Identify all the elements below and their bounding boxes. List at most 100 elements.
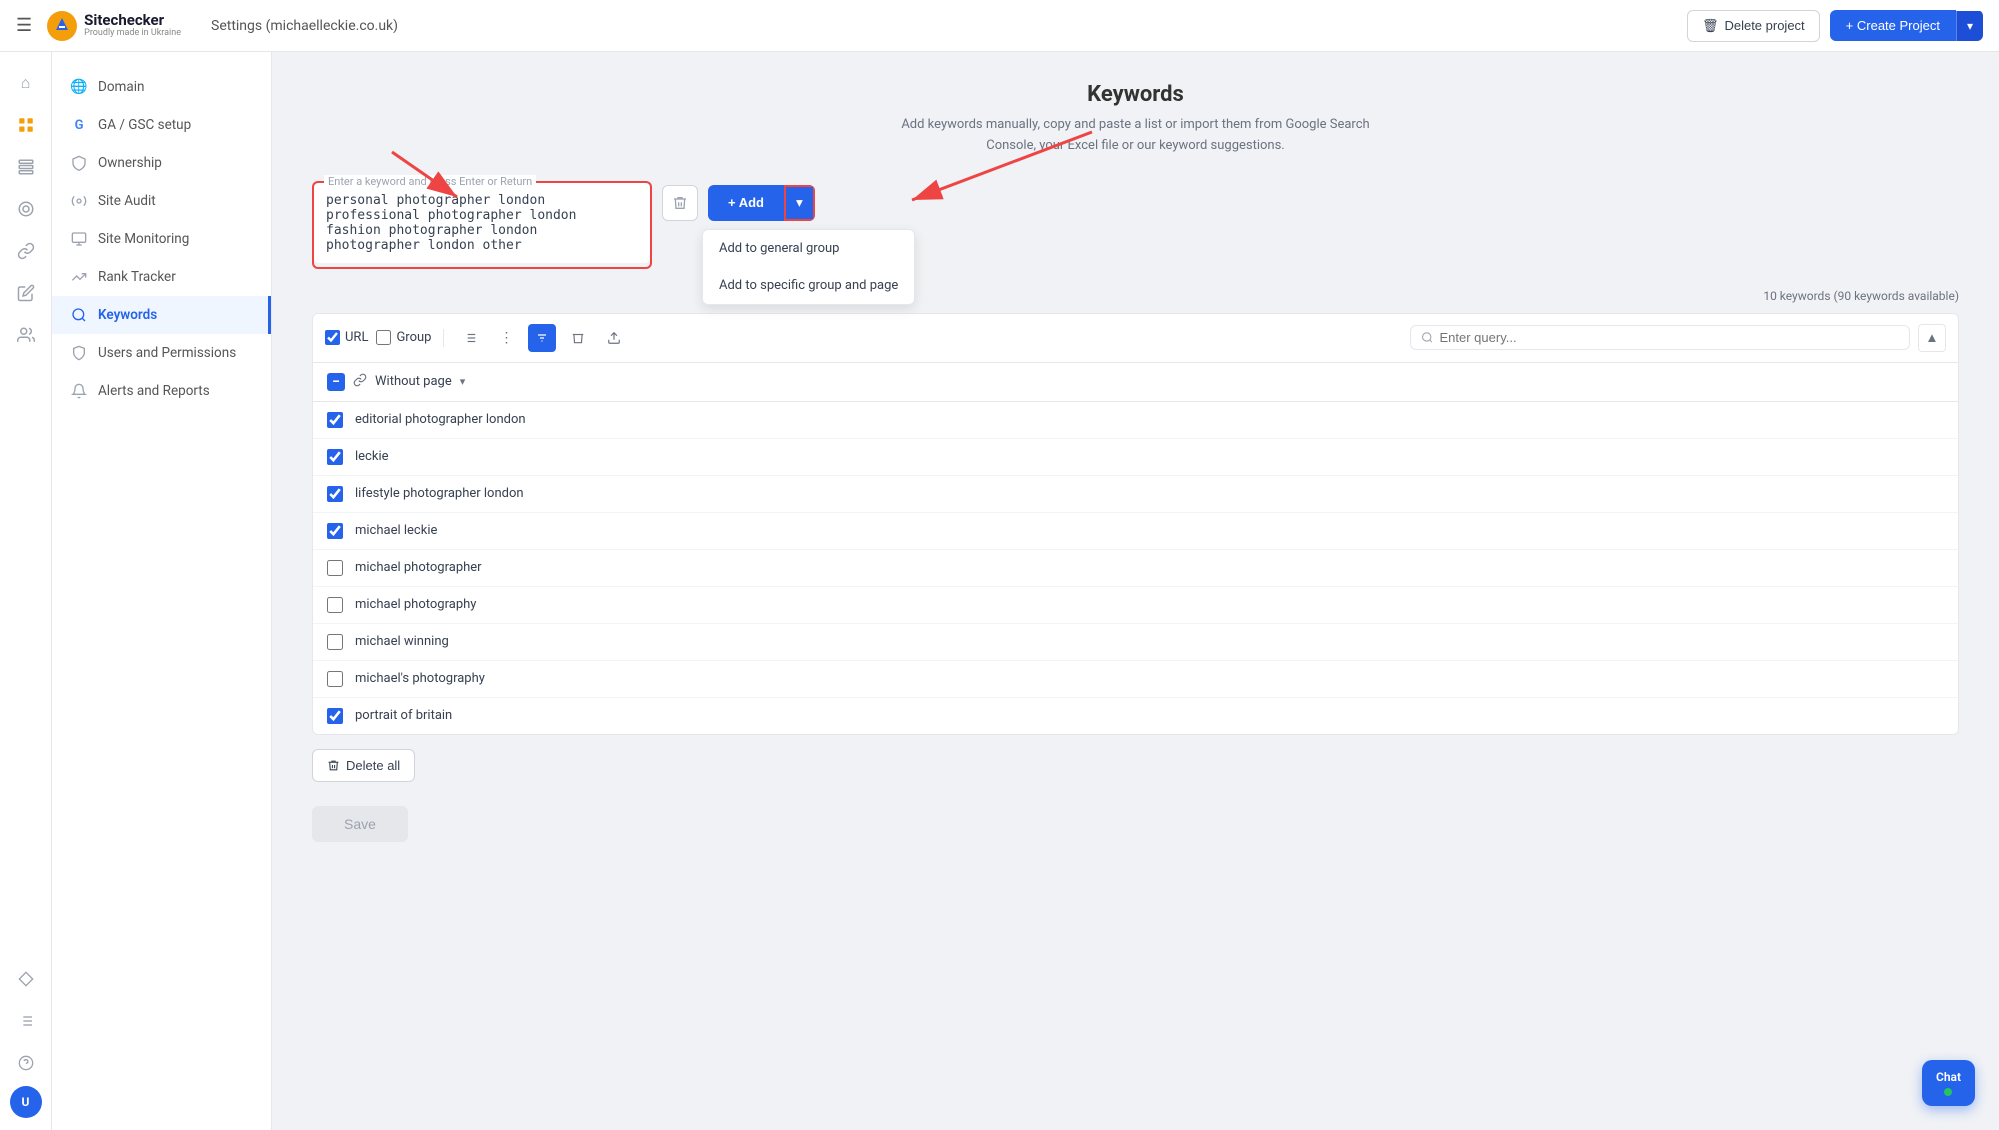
user-avatar[interactable]: U	[10, 1086, 42, 1118]
icon-sidebar-bottom: U	[7, 960, 45, 1118]
settings-nav-ga-gsc[interactable]: G GA / GSC setup	[52, 106, 271, 144]
delete-all-button[interactable]: Delete all	[312, 749, 415, 782]
keyword-row: michael winning	[313, 624, 1958, 661]
topnav-actions: 🗑 Delete project + Create Project ▾	[1687, 10, 1983, 42]
add-specific-group-item[interactable]: Add to specific group and page	[703, 267, 914, 304]
search-input[interactable]	[1440, 330, 1900, 345]
keyword-checkbox-3[interactable]	[327, 486, 343, 502]
settings-nav-keywords-label: Keywords	[98, 307, 157, 323]
trash-icon: 🗑	[1702, 18, 1719, 34]
keywords-count: 10 keywords (90 keywords available)	[312, 289, 1959, 303]
keyword-text-5: michael photographer	[355, 560, 482, 575]
settings-title: Settings (michaelleckie.co.uk)	[211, 18, 398, 34]
sidebar-icon-grid[interactable]	[7, 148, 45, 186]
url-checkbox-label[interactable]: URL	[325, 330, 368, 345]
page-subtitle: Add keywords manually, copy and paste a …	[876, 115, 1396, 157]
settings-nav-site-monitoring[interactable]: Site Monitoring	[52, 220, 271, 258]
sidebar-icon-star[interactable]	[7, 106, 45, 144]
link-page-icon	[353, 373, 367, 391]
create-project-button-group: + Create Project ▾	[1830, 10, 1983, 41]
settings-nav-site-audit[interactable]: Site Audit	[52, 182, 271, 220]
site-monitoring-icon	[70, 230, 88, 248]
keyword-row: michael photographer	[313, 550, 1958, 587]
keyword-row: editorial photographer london	[313, 402, 1958, 439]
keyword-checkbox-2[interactable]	[327, 449, 343, 465]
keyword-checkbox-6[interactable]	[327, 597, 343, 613]
url-label: URL	[345, 330, 368, 345]
sidebar-icon-edit[interactable]	[7, 274, 45, 312]
logo-icon	[46, 10, 78, 42]
sidebar-icon-help[interactable]	[7, 1044, 45, 1082]
settings-nav-domain-label: Domain	[98, 79, 144, 95]
sidebar-icon-diamond[interactable]	[7, 960, 45, 998]
sidebar-icon-link[interactable]	[7, 232, 45, 270]
create-project-dropdown-button[interactable]: ▾	[1956, 11, 1983, 41]
keyword-checkbox-4[interactable]	[327, 523, 343, 539]
page-title: Keywords	[312, 82, 1959, 107]
settings-nav-ownership[interactable]: Ownership	[52, 144, 271, 182]
group-checkbox-label[interactable]: Group	[376, 330, 431, 345]
keyword-checkbox-7[interactable]	[327, 634, 343, 650]
keyword-row: michael photography	[313, 587, 1958, 624]
without-page-dropdown-arrow[interactable]: ▾	[460, 375, 466, 388]
url-checkbox[interactable]	[325, 330, 340, 345]
sidebar-icon-list[interactable]	[7, 1002, 45, 1040]
settings-nav-site-monitoring-label: Site Monitoring	[98, 231, 189, 247]
app-tagline: Proudly made in Ukraine	[84, 29, 181, 39]
keyword-row: leckie	[313, 439, 1958, 476]
keyword-textarea[interactable]: personal photographer london professiona…	[314, 183, 650, 263]
sidebar-icon-analytics[interactable]	[7, 190, 45, 228]
logo-text: Sitechecker Proudly made in Ukraine	[84, 12, 181, 38]
filter-button[interactable]	[528, 324, 556, 352]
keyword-text-7: michael winning	[355, 634, 449, 649]
columns-icon-button[interactable]	[456, 324, 484, 352]
keyword-checkbox-8[interactable]	[327, 671, 343, 687]
keyword-text-8: michael's photography	[355, 671, 485, 686]
add-button[interactable]: + Add	[708, 185, 784, 221]
keyword-checkbox-1[interactable]	[327, 412, 343, 428]
table-toolbar: URL Group ⋮ ▲	[312, 313, 1959, 362]
group-checkbox[interactable]	[376, 330, 391, 345]
keywords-icon	[70, 306, 88, 324]
sidebar-icon-home[interactable]: ⌂	[7, 64, 45, 102]
keyword-checkbox-9[interactable]	[327, 708, 343, 724]
users-permissions-icon	[70, 344, 88, 362]
collapse-group-button[interactable]: −	[327, 373, 345, 391]
delete-project-button[interactable]: 🗑 Delete project	[1687, 10, 1820, 42]
hamburger-icon[interactable]: ☰	[16, 15, 32, 36]
settings-nav-users-permissions[interactable]: Users and Permissions	[52, 334, 271, 372]
without-page-row: − Without page ▾	[313, 363, 1958, 402]
topnav: ☰ Sitechecker Proudly made in Ukraine Se…	[0, 0, 1999, 52]
alerts-reports-icon	[70, 382, 88, 400]
chat-label: Chat	[1936, 1070, 1961, 1084]
chat-button[interactable]: Chat	[1922, 1060, 1975, 1106]
keyword-row: michael leckie	[313, 513, 1958, 550]
settings-nav-rank-tracker[interactable]: Rank Tracker	[52, 258, 271, 296]
create-project-button[interactable]: + Create Project	[1830, 10, 1956, 41]
add-dropdown-button[interactable]: ▾	[784, 185, 815, 221]
add-general-group-item[interactable]: Add to general group	[703, 230, 914, 267]
more-options-button[interactable]: ⋮	[492, 324, 520, 352]
collapse-button[interactable]: ▲	[1918, 324, 1946, 352]
keyword-text-3: lifestyle photographer london	[355, 486, 524, 501]
keyword-input-wrapper: Enter a keyword and press Enter or Retur…	[312, 181, 652, 269]
settings-nav-ownership-label: Ownership	[98, 155, 162, 171]
settings-nav-domain[interactable]: 🌐 Domain	[52, 68, 271, 106]
search-icon	[1421, 331, 1434, 344]
icon-sidebar: ⌂ U	[0, 52, 52, 1130]
delete-selected-button[interactable]	[564, 324, 592, 352]
keyword-text-1: editorial photographer london	[355, 412, 526, 427]
main-content: Keywords Add keywords manually, copy and…	[272, 52, 1999, 1130]
settings-nav-alerts-reports[interactable]: Alerts and Reports	[52, 372, 271, 410]
settings-nav-alerts-label: Alerts and Reports	[98, 383, 210, 399]
keyword-checkbox-5[interactable]	[327, 560, 343, 576]
search-input-wrapper	[1410, 325, 1910, 350]
save-button[interactable]: Save	[312, 806, 408, 842]
export-button[interactable]	[600, 324, 628, 352]
settings-nav-keywords[interactable]: Keywords	[52, 296, 271, 334]
delete-textarea-button[interactable]	[662, 185, 698, 221]
settings-nav-ga-label: GA / GSC setup	[98, 117, 191, 133]
chat-online-indicator	[1944, 1088, 1952, 1096]
sidebar-icon-team[interactable]	[7, 316, 45, 354]
keyword-text-9: portrait of britain	[355, 708, 452, 723]
